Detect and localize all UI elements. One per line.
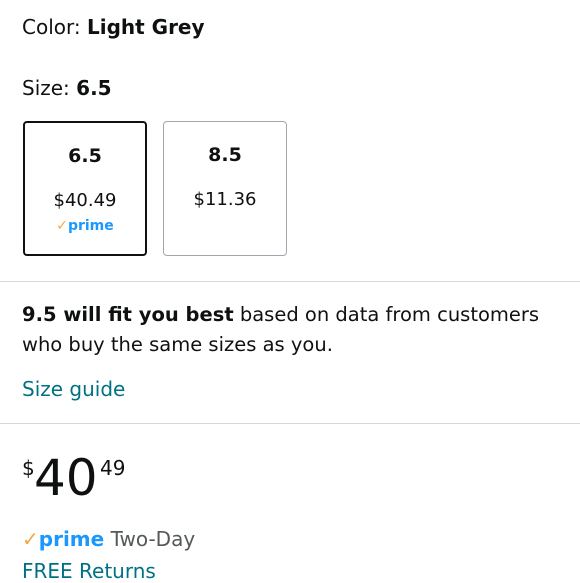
fit-recommendation: 9.5 will fit you best based on data from…	[22, 300, 562, 360]
size-option-price: $40.49	[53, 190, 117, 211]
size-selection: Size: 6.5	[22, 76, 112, 100]
color-value: Light Grey	[86, 15, 205, 39]
price-currency: $	[22, 456, 35, 480]
size-guide-link[interactable]: Size guide	[22, 377, 125, 401]
delivery-speed: Two-Day	[104, 527, 196, 551]
size-label: Size:	[22, 76, 70, 100]
prime-badge: ✓prime	[25, 218, 145, 234]
fit-recommendation-bold: 9.5 will fit you best	[22, 303, 234, 326]
color-selection: Color: Light Grey	[22, 15, 205, 39]
size-option-size: 8.5	[208, 144, 242, 166]
size-option-8-5[interactable]: 8.5 $11.36	[163, 121, 287, 256]
size-option-size: 6.5	[68, 145, 102, 167]
prime-delivery: ✓prime Two-Day	[22, 527, 195, 551]
size-value: 6.5	[76, 76, 112, 100]
color-label: Color:	[22, 15, 81, 39]
size-option-price: $11.36	[193, 189, 257, 210]
price-whole: 40	[34, 449, 98, 507]
divider	[0, 281, 580, 282]
prime-check-icon: ✓	[22, 527, 39, 551]
prime-label: prime	[67, 218, 114, 234]
free-returns-link[interactable]: FREE Returns	[22, 559, 156, 583]
divider	[0, 423, 580, 424]
price-fraction: 49	[100, 456, 126, 480]
prime-label: prime	[38, 527, 105, 551]
size-option-6-5[interactable]: 6.5 $40.49 ✓prime	[23, 121, 147, 256]
prime-check-icon: ✓	[56, 218, 68, 234]
